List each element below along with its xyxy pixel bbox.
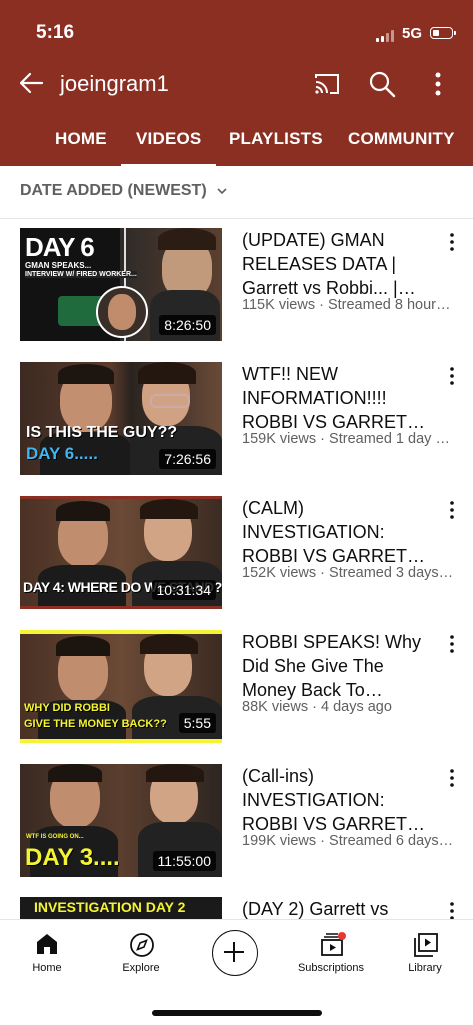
search-icon[interactable] — [368, 70, 396, 98]
nav-library-label: Library — [408, 962, 442, 974]
thumbnail-text: DAY 6..... — [26, 444, 98, 463]
thumbnail-text: DAY 6 — [25, 232, 95, 262]
video-duration: 10:31:34 — [151, 580, 216, 600]
video-title[interactable]: (CALM) INVESTIGATION: ROBBI VS GARRETT L… — [242, 496, 432, 568]
video-meta: 88K views · 4 days ago — [242, 699, 392, 715]
plus-icon — [224, 942, 244, 962]
video-item[interactable]: INVESTIGATION DAY 2 (DAY 2) Garrett vs — [0, 897, 473, 919]
back-arrow-icon[interactable] — [18, 70, 44, 96]
video-title[interactable]: (UPDATE) GMAN RELEASES DATA | Garrett vs… — [242, 228, 432, 300]
thumbnail-text: WTF IS GOING ON... — [26, 834, 84, 840]
video-duration: 8:26:50 — [159, 315, 216, 335]
thumbnail-text: INTERVIEW W/ FIRED WORKER... — [25, 271, 137, 278]
tab-videos[interactable]: VIDEOS — [120, 129, 218, 167]
thumbnail-text: INVESTIGATION DAY 2 — [34, 899, 186, 915]
tab-playlists[interactable]: PLAYLISTS — [229, 129, 323, 149]
status-time: 5:16 — [36, 22, 75, 43]
nav-explore[interactable]: Explore — [94, 920, 188, 990]
bottom-navigation: Home Explore Subscriptions Library — [0, 919, 473, 1025]
video-meta: 159K views · Streamed 1 day ago — [242, 431, 455, 447]
video-thumbnail[interactable]: DAY 6 GMAN SPEAKS... INTERVIEW W/ FIRED … — [20, 228, 222, 341]
nav-subscriptions-label: Subscriptions — [297, 962, 365, 974]
more-vert-icon[interactable] — [446, 366, 458, 386]
video-item[interactable]: DAY 4: WHERE DO WE STAND? 10:31:34 (CALM… — [0, 496, 473, 616]
video-item[interactable]: WHY DID ROBBI GIVE THE MONEY BACK?? 5:55… — [0, 630, 473, 750]
channel-tabs: HOME VIDEOS PLAYLISTS COMMUNITY — [0, 117, 473, 167]
more-vert-icon[interactable] — [446, 901, 458, 919]
video-title[interactable]: (DAY 2) Garrett vs — [242, 897, 432, 919]
tab-home[interactable]: HOME — [55, 129, 107, 149]
more-vert-icon[interactable] — [446, 768, 458, 788]
cast-icon[interactable] — [313, 71, 341, 97]
nav-library[interactable]: Library — [378, 920, 472, 990]
video-duration: 11:55:00 — [152, 851, 216, 871]
video-meta: 152K views · Streamed 3 days ago — [242, 565, 455, 581]
video-thumbnail[interactable]: WHY DID ROBBI GIVE THE MONEY BACK?? 5:55 — [20, 630, 222, 743]
thumbnail-text: IS THIS THE GUY?? — [26, 424, 178, 441]
home-indicator — [152, 1010, 322, 1016]
compass-icon — [130, 933, 154, 957]
thumbnail-text: GIVE THE MONEY BACK?? — [24, 718, 167, 730]
video-duration: 5:55 — [178, 713, 216, 733]
video-meta: 199K views · Streamed 6 days ago — [242, 833, 455, 849]
thumbnail-text: DAY 3.... — [25, 844, 120, 871]
home-icon — [37, 934, 57, 954]
subscriptions-icon — [321, 932, 346, 956]
more-vert-icon[interactable] — [446, 232, 458, 252]
video-title[interactable]: WTF!! NEW INFORMATION!!!! ROBBI VS GARRE… — [242, 362, 432, 434]
video-title[interactable]: (Call-ins) INVESTIGATION: ROBBI VS GARRE… — [242, 764, 432, 836]
sort-label: DATE ADDED (NEWEST) — [20, 182, 207, 199]
signal-icon — [376, 30, 394, 42]
thumbnail-text: GMAN SPEAKS... — [25, 261, 92, 270]
nav-subscriptions[interactable]: Subscriptions — [284, 920, 378, 990]
sort-selector[interactable]: DATE ADDED (NEWEST) — [0, 166, 473, 219]
channel-name: joeingram1 — [60, 71, 169, 96]
video-thumbnail[interactable]: IS THIS THE GUY?? DAY 6..... 7:26:56 — [20, 362, 222, 475]
video-meta: 115K views · Streamed 8 hours ago — [242, 297, 455, 313]
chevron-down-icon — [217, 188, 227, 195]
channel-header: 5:16 5G joeingram1 HOME VIDEOS PLAYLISTS… — [0, 0, 473, 167]
more-vert-icon[interactable] — [446, 500, 458, 520]
video-thumbnail[interactable]: INVESTIGATION DAY 2 — [20, 897, 222, 919]
library-icon — [414, 933, 438, 957]
nav-home-label: Home — [32, 962, 62, 974]
nav-explore-label: Explore — [122, 962, 160, 974]
video-thumbnail[interactable]: WTF IS GOING ON... DAY 3.... 11:55:00 — [20, 764, 222, 877]
status-bar: 5:16 5G — [0, 0, 473, 62]
thumbnail-text: WHY DID ROBBI — [24, 702, 110, 714]
top-app-bar: joeingram1 — [0, 62, 473, 106]
nav-home[interactable]: Home — [0, 920, 94, 990]
video-duration: 7:26:56 — [159, 449, 216, 469]
network-label: 5G — [402, 25, 423, 42]
more-vert-icon[interactable] — [426, 70, 450, 98]
more-vert-icon[interactable] — [446, 634, 458, 654]
video-title[interactable]: ROBBI SPEAKS! Why Did She Give The Money… — [242, 630, 432, 702]
video-item[interactable]: DAY 6 GMAN SPEAKS... INTERVIEW W/ FIRED … — [0, 228, 473, 348]
create-button[interactable] — [212, 930, 258, 976]
video-item[interactable]: WTF IS GOING ON... DAY 3.... 11:55:00 (C… — [0, 764, 473, 884]
battery-icon — [430, 27, 456, 39]
video-thumbnail[interactable]: DAY 4: WHERE DO WE STAND? 10:31:34 — [20, 496, 222, 609]
video-item[interactable]: IS THIS THE GUY?? DAY 6..... 7:26:56 WTF… — [0, 362, 473, 482]
tab-community[interactable]: COMMUNITY — [348, 129, 455, 149]
